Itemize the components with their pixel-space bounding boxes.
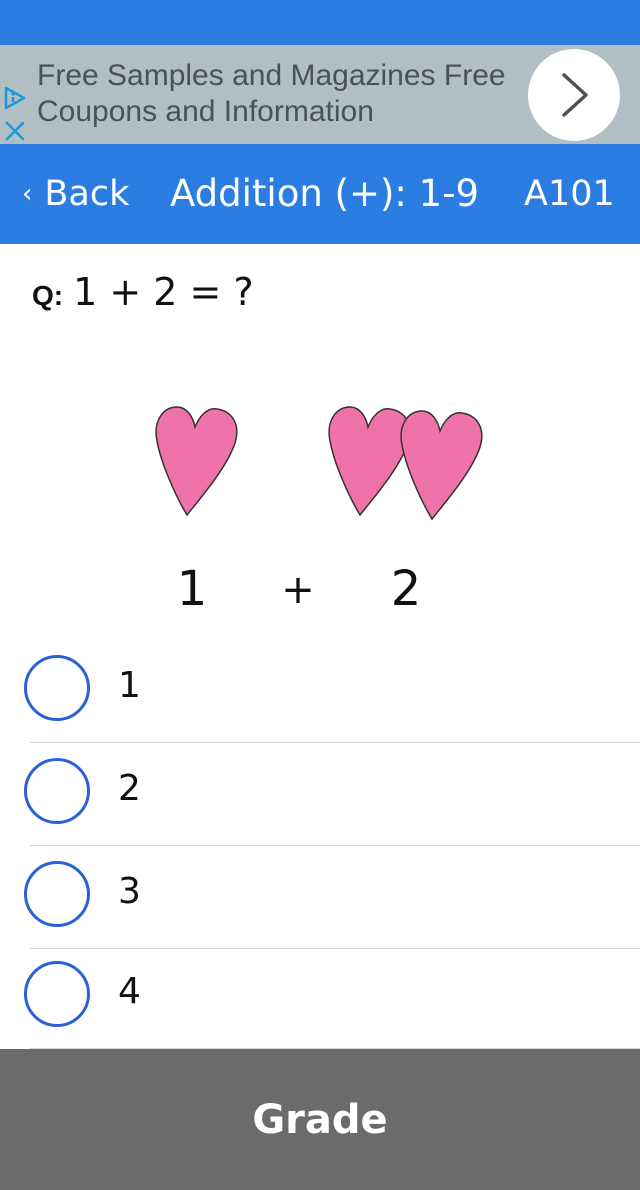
ad-text[interactable]: Free Samples and Magazines Free Coupons …	[37, 58, 527, 130]
radio-button[interactable]	[24, 861, 90, 927]
radio-button[interactable]	[24, 655, 90, 721]
left-number: 1	[177, 561, 208, 617]
chevron-right-icon	[562, 73, 588, 117]
answer-option[interactable]: 2	[0, 743, 640, 846]
operator-sign: +	[281, 567, 315, 613]
back-label: Back	[44, 174, 130, 214]
heart-icon	[400, 410, 483, 520]
answer-option[interactable]: 3	[0, 846, 640, 949]
question: Q: 1 + 2 = ?	[32, 270, 254, 320]
navigation-bar: ‹ Back Addition (+): 1-9 A101	[0, 144, 640, 244]
radio-button[interactable]	[24, 758, 90, 824]
adchoices-triangle-icon[interactable]	[2, 85, 28, 111]
addition-illustration: 1 + 2	[155, 406, 483, 617]
option-label[interactable]: 2	[118, 767, 141, 811]
question-text: 1 + 2 = ?	[73, 270, 254, 314]
ad-arrow-button[interactable]	[528, 49, 620, 141]
answer-option[interactable]: 4	[0, 946, 640, 1049]
back-button[interactable]: ‹ Back	[22, 172, 129, 216]
option-label[interactable]: 1	[118, 664, 141, 708]
question-prefix: Q:	[32, 280, 64, 311]
ad-banner[interactable]: Free Samples and Magazines Free Coupons …	[0, 45, 640, 144]
option-label[interactable]: 4	[118, 970, 141, 1014]
chevron-left-icon: ‹	[22, 179, 33, 209]
grade-button[interactable]: Grade	[0, 1049, 640, 1190]
heart-icon	[328, 406, 411, 516]
radio-button[interactable]	[24, 961, 90, 1027]
page-title: Addition (+): 1-9	[170, 172, 480, 215]
close-x-icon[interactable]	[2, 118, 28, 144]
answer-option[interactable]: 1	[0, 640, 640, 743]
status-bar	[0, 0, 640, 45]
lesson-code: A101	[524, 174, 615, 214]
right-number: 2	[391, 561, 422, 617]
heart-icon	[155, 406, 238, 516]
option-label[interactable]: 3	[118, 870, 141, 914]
